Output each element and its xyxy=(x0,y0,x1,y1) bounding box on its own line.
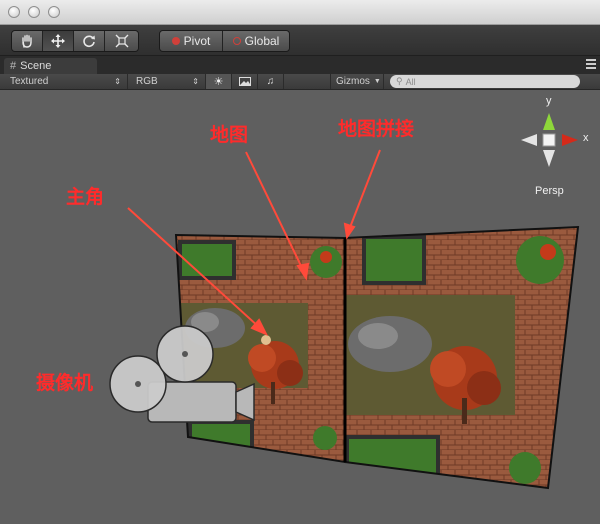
main-toolbar: Pivot Global xyxy=(0,25,600,56)
minimize-window-button[interactable] xyxy=(28,6,40,18)
tab-menu-icon[interactable] xyxy=(586,59,596,69)
audio-icon: ♫ xyxy=(266,76,275,87)
protagonist-sprite xyxy=(261,335,271,345)
move-tool-button[interactable] xyxy=(43,31,74,51)
scene-audio-toggle[interactable]: ♫ xyxy=(258,74,284,89)
gizmo-x-label: x xyxy=(583,132,589,144)
annotation-map-stitch: 地图拼接 xyxy=(338,119,415,140)
pivot-label: Pivot xyxy=(183,34,211,48)
global-label: Global xyxy=(244,34,280,48)
scene-grid-icon: # xyxy=(10,60,17,72)
transform-tools xyxy=(11,30,139,52)
chevron-down-icon: ⇕ xyxy=(114,77,121,86)
scale-icon xyxy=(115,34,128,48)
gizmos-dropdown[interactable]: Gizmos ▼ xyxy=(330,74,384,89)
scene-canvas xyxy=(109,113,585,495)
tab-scene[interactable]: # Scene xyxy=(4,58,97,74)
annotation-protagonist: 主角 xyxy=(66,187,105,208)
chevron-down-icon: ▼ xyxy=(373,78,381,85)
scene-overlay-toggle[interactable] xyxy=(232,74,258,89)
window-titlebar xyxy=(0,0,600,25)
move-icon xyxy=(51,34,65,48)
close-window-button[interactable] xyxy=(8,6,20,18)
draw-mode-value: Textured xyxy=(10,76,49,87)
search-icon: ⚲ xyxy=(396,76,403,86)
pivot-global-group: Pivot Global xyxy=(159,30,290,52)
chevron-down-icon: ⇕ xyxy=(192,77,199,86)
render-mode-value: RGB xyxy=(136,76,158,87)
hand-tool-button[interactable] xyxy=(12,31,43,51)
rotate-tool-button[interactable] xyxy=(74,31,105,51)
scene-viewport[interactable]: y x Persp 地图 地图拼接 主角 摄像机 xyxy=(0,90,600,524)
render-mode-dropdown[interactable]: RGB ⇕ xyxy=(128,74,206,89)
tab-row: # Scene xyxy=(0,56,600,74)
rotate-icon xyxy=(83,35,95,48)
scale-tool-button[interactable] xyxy=(105,31,138,51)
image-icon xyxy=(238,77,251,86)
annotation-camera: 摄像机 xyxy=(36,373,94,394)
global-icon xyxy=(232,37,241,45)
scene-search-input[interactable]: ⚲ All xyxy=(390,75,580,88)
pivot-toggle-button[interactable]: Pivot xyxy=(160,31,223,51)
hand-icon xyxy=(22,34,32,48)
gizmos-label: Gizmos xyxy=(336,76,370,87)
scene-toolbar: Textured ⇕ RGB ⇕ ☀ ♫ Gizmos ▼ ⚲ All xyxy=(0,74,600,90)
gizmo-view-label[interactable]: Persp xyxy=(535,185,564,197)
pivot-icon xyxy=(171,37,180,45)
annotation-map: 地图 xyxy=(210,125,249,146)
sun-icon: ☀ xyxy=(213,76,224,88)
scene-orientation-gizmo[interactable] xyxy=(521,113,578,167)
tab-scene-label: Scene xyxy=(20,60,52,72)
scene-lighting-toggle[interactable]: ☀ xyxy=(206,74,232,89)
gizmo-y-label: y xyxy=(546,95,552,107)
zoom-window-button[interactable] xyxy=(48,6,60,18)
draw-mode-dropdown[interactable]: Textured ⇕ xyxy=(0,74,128,89)
search-placeholder: All xyxy=(405,76,416,87)
map-tile-right[interactable] xyxy=(340,220,585,495)
global-toggle-button[interactable]: Global xyxy=(223,31,289,51)
